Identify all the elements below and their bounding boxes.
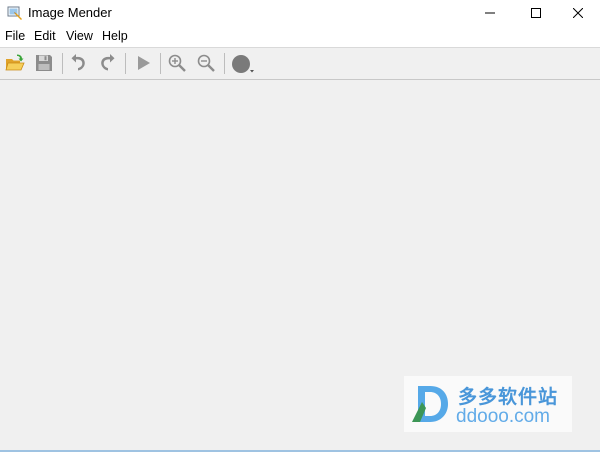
brush-size-dropdown[interactable]	[229, 51, 254, 75]
undo-icon	[71, 54, 85, 71]
watermark-url-text: ddooo.com	[456, 406, 551, 427]
watermark-logo-icon	[412, 386, 448, 422]
save-icon	[36, 55, 52, 71]
brush-size-icon	[232, 55, 254, 73]
close-button[interactable]	[556, 0, 600, 26]
watermark: 多多软件站 ddooo.com	[404, 376, 572, 432]
toolbar-separator	[62, 53, 63, 74]
menu-edit[interactable]: Edit	[34, 29, 56, 44]
menu-view[interactable]: View	[66, 29, 93, 44]
zoom-in-button[interactable]	[165, 51, 189, 75]
app-icon	[7, 5, 23, 21]
save-button[interactable]	[32, 51, 56, 75]
open-button[interactable]	[3, 51, 27, 75]
watermark-cn-text: 多多软件站	[458, 387, 559, 408]
menu-bar: File Edit View Help	[0, 26, 600, 48]
close-icon	[573, 8, 583, 18]
run-button[interactable]	[131, 51, 155, 75]
menu-file[interactable]: File	[5, 29, 25, 44]
window-title: Image Mender	[28, 5, 112, 20]
title-bar: Image Mender	[0, 0, 600, 26]
maximize-icon	[531, 8, 541, 18]
zoom-out-icon	[197, 54, 215, 72]
open-folder-icon	[5, 54, 25, 71]
toolbar-separator	[160, 53, 161, 74]
redo-icon	[101, 54, 115, 71]
minimize-button[interactable]	[468, 0, 512, 26]
maximize-button[interactable]	[514, 0, 558, 26]
menu-help[interactable]: Help	[102, 29, 128, 44]
undo-button[interactable]	[67, 51, 91, 75]
zoom-out-button[interactable]	[194, 51, 218, 75]
zoom-in-icon	[168, 54, 186, 72]
minimize-icon	[485, 12, 495, 14]
redo-button[interactable]	[95, 51, 119, 75]
toolbar-separator	[224, 53, 225, 74]
toolbar	[0, 48, 600, 80]
toolbar-separator	[125, 53, 126, 74]
play-icon	[138, 56, 150, 70]
